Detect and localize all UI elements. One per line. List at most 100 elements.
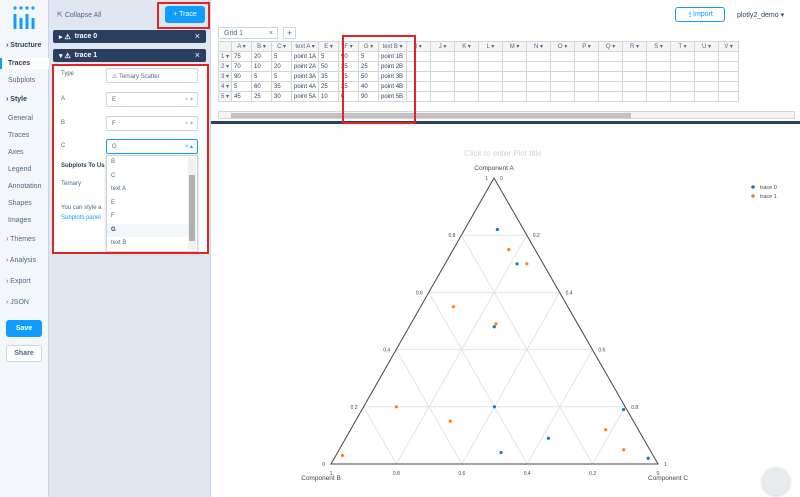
grid-cell[interactable] [502,81,528,92]
grid-cell[interactable] [406,71,432,82]
grid-cell[interactable] [646,51,672,62]
column-header[interactable]: O ▾ [550,41,576,52]
column-header[interactable]: V ▾ [718,41,740,52]
grid-cell[interactable] [718,61,740,72]
grid-cell[interactable]: 2 ▾ [217,61,233,72]
grid-cell[interactable]: point 5A [291,91,320,102]
grid-cell[interactable] [454,71,480,82]
grid-cell[interactable] [502,61,528,72]
column-header[interactable]: C ▾ [271,41,293,52]
option-text-b[interactable]: text B [107,237,197,251]
column-header[interactable]: F ▾ [338,41,360,52]
column-header[interactable]: N ▾ [526,41,552,52]
grid-cell[interactable]: 70 [231,61,253,72]
c-select[interactable]: G × ▴ [106,139,198,154]
grid-cell[interactable]: 5 [231,81,253,92]
option-e[interactable]: E [107,197,197,211]
scroll-thumb[interactable] [189,175,195,241]
grid-cell[interactable]: 5 [358,51,380,62]
grid-cell[interactable] [646,81,672,92]
grid-cell[interactable]: 20 [251,51,273,62]
column-header[interactable]: G ▾ [358,41,380,52]
legend-item[interactable]: trace 0 [760,185,777,191]
grid-cell[interactable]: 50 [358,71,380,82]
grid-cell[interactable] [550,91,576,102]
trace1-header[interactable]: ▾ ⚠ trace 1 × [53,49,206,62]
grid-cell[interactable] [574,51,600,62]
grid-cell[interactable] [430,81,456,92]
grid-cell[interactable]: point 3B [378,71,408,82]
grid-cell[interactable] [622,71,648,82]
nav-style[interactable]: › Style [0,94,49,105]
grid-cell[interactable] [454,61,480,72]
grid-cell[interactable] [478,71,504,82]
grid-cell[interactable]: 30 [271,91,293,102]
grid-cell[interactable] [550,61,576,72]
column-header[interactable]: T ▾ [670,41,696,52]
column-header[interactable]: L ▾ [478,41,504,52]
grid-cell[interactable] [430,51,456,62]
grid-cell[interactable]: 35 [271,81,293,92]
close-icon[interactable]: × [269,30,273,37]
save-button[interactable]: Save [6,320,42,337]
grid-cell[interactable] [718,71,740,82]
nav-legend[interactable]: Legend [0,164,49,175]
grid-cell[interactable]: 25 [318,81,340,92]
nav-analysis[interactable]: › Analysis [0,255,49,266]
grid-cell[interactable] [454,51,480,62]
add-trace-button[interactable]: + Trace [165,6,205,23]
grid-cell[interactable] [478,81,504,92]
grid-cell[interactable] [454,81,480,92]
grid-cell[interactable] [526,71,552,82]
grid-tab[interactable]: Grid 1 × [218,27,278,39]
column-header[interactable]: M ▾ [502,41,528,52]
nav-shapes[interactable]: Shapes [0,198,49,209]
grid-cell[interactable]: 5 [318,51,340,62]
nav-themes[interactable]: › Themes [0,234,49,245]
grid-cell[interactable] [454,91,480,102]
grid-cell[interactable] [406,51,432,62]
grid-cell[interactable] [646,91,672,102]
nav-subplots[interactable]: Subplots [0,75,49,86]
grid-cell[interactable]: 25 [338,61,360,72]
grid-cell[interactable] [718,81,740,92]
user-menu[interactable]: plotly2_demo ▾ [737,11,784,19]
grid-cell[interactable]: 1 ▾ [217,51,233,62]
nav-traces-style[interactable]: Traces [0,130,49,141]
column-header[interactable]: text A ▾ [291,41,320,52]
column-header[interactable]: Q ▾ [598,41,624,52]
grid-cell[interactable] [502,91,528,102]
grid-cell[interactable] [646,71,672,82]
a-select[interactable]: E × ▾ [106,92,198,107]
nav-annotation[interactable]: Annotation [0,181,49,192]
grid-cell[interactable]: point 2A [291,61,320,72]
column-header[interactable]: K ▾ [454,41,480,52]
close-icon[interactable]: × [195,31,200,41]
grid-cell[interactable] [406,81,432,92]
option-g[interactable]: G [107,223,197,237]
grid-cell[interactable] [574,61,600,72]
grid-cell[interactable] [694,91,720,102]
grid-cell[interactable]: 90 [358,91,380,102]
grid-cell[interactable] [598,61,624,72]
option-f[interactable]: F [107,210,197,224]
grid-cell[interactable] [598,81,624,92]
grid-cell[interactable]: 5 [251,71,273,82]
column-header[interactable]: S ▾ [646,41,672,52]
grid-cell[interactable] [670,91,696,102]
grid-cell[interactable]: 90 [231,71,253,82]
grid-cell[interactable]: 5 [271,71,293,82]
grid-cell[interactable] [622,51,648,62]
grid-cell[interactable] [694,51,720,62]
grid-cell[interactable]: 4 ▾ [217,81,233,92]
nav-export[interactable]: › Export [0,276,49,287]
grid-cell[interactable] [550,51,576,62]
dropdown-scrollbar[interactable] [188,157,196,250]
import-button[interactable]: ⇪ Import [675,7,725,22]
grid-cell[interactable] [694,81,720,92]
grid-cell[interactable] [406,61,432,72]
grid-cell[interactable] [526,61,552,72]
grid-scroll-thumb[interactable] [231,113,631,118]
column-header[interactable]: E ▾ [318,41,340,52]
b-select[interactable]: F × ▾ [106,116,198,131]
